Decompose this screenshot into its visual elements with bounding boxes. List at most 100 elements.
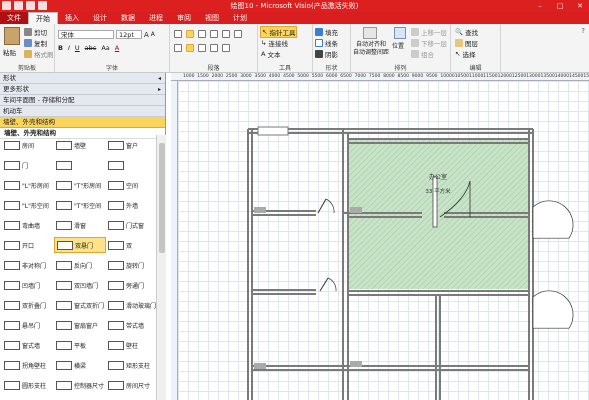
stencil-item[interactable]: 拐角壁柱 — [2, 357, 54, 373]
text-direction-icon[interactable] — [222, 44, 230, 52]
shadow-button[interactable]: 阴影 — [315, 49, 338, 59]
minimize-icon[interactable]: – — [533, 0, 547, 12]
stencil-item[interactable]: 悬吊门 — [2, 317, 54, 333]
stencil-item[interactable]: 房间 — [2, 137, 54, 153]
stencil-item[interactable]: 反向门 — [54, 257, 106, 273]
align-right-icon[interactable] — [198, 44, 206, 52]
drawing-canvas[interactable]: 办公室 33 平方米 — [178, 81, 589, 400]
tab-home[interactable]: 开始 — [28, 12, 58, 24]
tab-data[interactable]: 数据 — [114, 12, 142, 24]
tab-view[interactable]: 视图 — [198, 12, 226, 24]
more-shapes-item[interactable]: 更多形状 ▸ — [0, 84, 165, 95]
stencil-item[interactable]: 凹墙门 — [2, 277, 54, 293]
font-color-icon[interactable]: A — [115, 44, 119, 52]
stencil-item[interactable]: "T"形房间 — [54, 177, 106, 193]
tab-file[interactable]: 文件 — [0, 12, 28, 24]
stencil-vehicles[interactable]: 机动车 — [0, 106, 165, 117]
paste-icon[interactable] — [4, 27, 20, 45]
stencil-item[interactable]: "L"形空间 — [2, 197, 54, 213]
collapse-panel-icon[interactable]: ◂ — [158, 73, 161, 84]
font-name-combo[interactable]: 宋体 — [58, 30, 114, 39]
stencil-item[interactable]: 房间尺寸 — [106, 377, 156, 393]
align-top-icon[interactable] — [174, 30, 182, 38]
stencil-item[interactable]: 门 — [2, 157, 54, 173]
stencil-item[interactable]: 非对称门 — [2, 257, 54, 273]
italic-button[interactable]: I — [68, 44, 70, 52]
stencil-item[interactable]: 控制器尺寸 — [54, 377, 106, 393]
stencil-item[interactable]: 空间 — [106, 177, 156, 193]
stencil-item[interactable]: 墙壁 — [54, 137, 106, 153]
maximize-icon[interactable]: □ — [553, 0, 567, 12]
paste-button[interactable]: 粘贴 — [3, 47, 16, 57]
stencil-item[interactable]: 滑动玻璃门 — [106, 297, 156, 313]
strikethrough-button[interactable]: abc — [85, 44, 97, 52]
underline-button[interactable]: U — [75, 44, 80, 52]
stencil-item[interactable]: 壁柱 — [106, 337, 156, 353]
auto-align-button[interactable]: 自动对齐和 自动调整间距 — [352, 41, 390, 57]
stencil-item[interactable] — [54, 157, 106, 173]
stencil-item[interactable]: "T"形空间 — [54, 197, 106, 213]
pointer-tool-button[interactable]: ↖ 指针工具 — [260, 26, 298, 38]
align-center-icon[interactable] — [186, 44, 194, 52]
panel-scroll-thumb[interactable] — [159, 143, 165, 253]
tab-review[interactable]: 审阅 — [170, 12, 198, 24]
connector-button[interactable]: ↳ 连接线 — [261, 38, 288, 48]
format-painter-button[interactable]: 格式刷 — [24, 49, 54, 59]
stencil-item[interactable]: 滑窗 — [54, 217, 106, 233]
stencil-item[interactable]: 弯曲墙 — [2, 217, 54, 233]
font-size-combo[interactable]: 12pt — [116, 30, 142, 39]
bold-button[interactable]: B — [58, 44, 63, 52]
select-button[interactable]: ↖ 选择 — [455, 49, 475, 59]
increase-indent-icon[interactable] — [222, 30, 230, 38]
align-left-icon[interactable] — [174, 44, 182, 52]
stencil-item[interactable]: 横梁 — [54, 357, 106, 373]
stencil-item[interactable]: 门式窗 — [106, 217, 156, 233]
send-backward-button[interactable]: 下移一层 — [411, 38, 447, 48]
line-button[interactable]: 线条 — [315, 38, 338, 48]
bullets-icon[interactable] — [234, 30, 242, 38]
stencil-item[interactable]: 旁通门 — [106, 277, 156, 293]
stencil-item[interactable]: 双悬门 — [54, 237, 106, 253]
find-button[interactable]: 🔍 查找 — [455, 27, 478, 37]
tab-insert[interactable]: 插入 — [58, 12, 86, 24]
text-tool-button[interactable]: A 文本 — [261, 49, 280, 59]
stencil-item[interactable]: 带式墙 — [106, 317, 156, 333]
bring-forward-button[interactable]: 上移一层 — [411, 27, 447, 37]
stencil-item[interactable]: 旋转门 — [106, 257, 156, 273]
stencil-item[interactable]: 窗扇窗户 — [54, 317, 106, 333]
help-icon[interactable]: ? — [581, 27, 585, 35]
justify-icon[interactable] — [210, 44, 218, 52]
stencil-item[interactable]: 双凹墙门 — [54, 277, 106, 293]
stencil-item[interactable]: 窗式墙 — [2, 337, 54, 353]
stencil-item[interactable]: 双 — [106, 237, 156, 253]
auto-align-icon[interactable] — [363, 27, 377, 39]
decrease-indent-icon[interactable] — [210, 30, 218, 38]
group-button[interactable]: 组合 — [411, 49, 434, 59]
stencil-item[interactable]: 圆形支柱 — [2, 377, 54, 393]
tab-process[interactable]: 进程 — [142, 12, 170, 24]
close-icon[interactable]: ✕ — [573, 0, 587, 12]
stencil-item[interactable]: 窗式双折门 — [54, 297, 106, 313]
tab-design[interactable]: 设计 — [86, 12, 114, 24]
floor-plan[interactable]: 办公室 33 平方米 — [178, 81, 589, 400]
stencil-item[interactable]: "L"形房间 — [2, 177, 54, 193]
panel-scrollbar[interactable] — [156, 135, 166, 400]
tab-plan[interactable]: 计划 — [226, 12, 254, 24]
stencil-item[interactable] — [106, 157, 156, 173]
copy-button[interactable]: 复制 — [24, 38, 47, 48]
stencil-item[interactable]: 窗户 — [106, 137, 156, 153]
align-bottom-icon[interactable] — [198, 30, 206, 38]
change-case-button[interactable]: Aa — [101, 44, 109, 52]
layer-button[interactable]: 图层 — [455, 38, 478, 48]
stencil-item[interactable]: 开口 — [2, 237, 54, 253]
stencil-item[interactable]: 矩形支柱 — [106, 357, 156, 373]
stencil-item[interactable]: 平板 — [54, 337, 106, 353]
fill-button[interactable]: 填充 — [315, 27, 338, 37]
align-middle-icon[interactable] — [186, 30, 194, 38]
shrink-font-icon[interactable]: A — [151, 31, 155, 38]
stencil-walls[interactable]: 墙壁、外壳和结构 — [0, 117, 165, 128]
position-icon[interactable] — [394, 27, 406, 39]
position-button[interactable]: 位置 — [392, 41, 404, 50]
stencil-item[interactable]: 外墙 — [106, 197, 156, 213]
stencil-item[interactable]: 双折叠门 — [2, 297, 54, 313]
